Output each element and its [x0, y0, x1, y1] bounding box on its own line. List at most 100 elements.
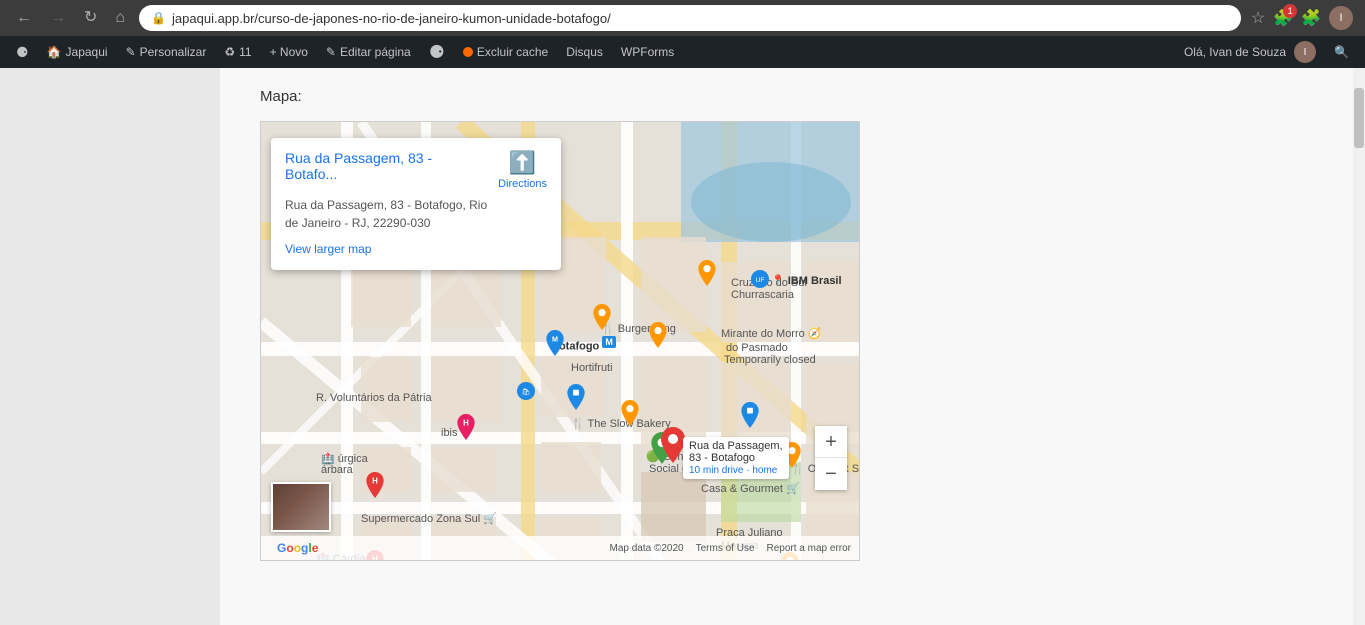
address-line1: Rua da Passagem, 83 - Botafogo, Rio: [285, 198, 487, 212]
wp-admin-bar: ⚈ 🏠 Japaqui ✎ Personalizar ♻ 11 + Novo ✎…: [0, 36, 1365, 68]
svg-text:🛍: 🛍: [522, 388, 531, 396]
place-mirante: Mirante do Morro 🧭: [721, 327, 822, 340]
back-button[interactable]: ←: [12, 6, 36, 30]
wp-icon2[interactable]: ⚈: [421, 36, 453, 68]
scrollbar-thumb[interactable]: [1354, 88, 1364, 148]
sidebar-left: [0, 68, 220, 625]
customize-label: Personalizar: [140, 45, 207, 59]
browser-chrome: ← → ↻ ⌂ 🔒 japaqui.app.br/curso-de-japone…: [0, 0, 1365, 36]
svg-text:H: H: [463, 419, 469, 428]
place-mirante-sub: do Pasmado: [726, 342, 788, 354]
home-button[interactable]: ⌂: [111, 6, 129, 30]
new-label: + Novo: [270, 45, 308, 59]
excluir-cache-label: Excluir cache: [477, 45, 548, 59]
url-text: japaqui.app.br/curso-de-japones-no-rio-d…: [172, 11, 611, 26]
place-casa-gourmet: Casa & Gourmet 🛒: [701, 482, 800, 495]
avatar[interactable]: I: [1329, 6, 1353, 30]
main-marker-text2: 83 - Botafogo: [689, 452, 755, 464]
page-content: Mapa:: [0, 68, 1365, 625]
directions-button[interactable]: ⬆️ Directions: [498, 150, 547, 190]
wp-edit-page[interactable]: ✎ Editar página: [318, 36, 419, 68]
popup-header: Rua da Passagem, 83 - Botafo... ⬆️ Direc…: [285, 150, 547, 190]
extensions-badge: 1: [1283, 4, 1297, 18]
main-content: Mapa:: [220, 68, 1365, 625]
lock-icon: 🔒: [151, 11, 166, 25]
main-marker: Rua da Passagem, 83 - Botafogo 10 min dr…: [661, 427, 685, 468]
wp-logo-item[interactable]: ⚈: [8, 36, 37, 68]
star-button[interactable]: ☆: [1251, 8, 1265, 28]
map-controls: + −: [815, 426, 847, 490]
place-hortifruti: Hortifruti: [571, 362, 613, 374]
orange-marker-1: [649, 322, 667, 353]
directions-icon: ⬆️: [509, 150, 536, 176]
forward-button[interactable]: →: [46, 6, 70, 30]
puzzle-button[interactable]: 🧩: [1301, 8, 1321, 28]
blue-icon-2: 🛍: [517, 382, 535, 405]
wp-updates[interactable]: ♻ 11: [216, 36, 259, 68]
updates-icon: ♻: [224, 45, 235, 59]
main-marker-label: Rua da Passagem, 83 - Botafogo 10 min dr…: [683, 437, 789, 479]
place-temp-closed: Temporarily closed: [724, 354, 816, 366]
map-data-label: Map data ©2020: [610, 543, 684, 554]
wp-excluir-cache[interactable]: Excluir cache: [455, 36, 556, 68]
blue-icon-1: UF: [751, 270, 769, 293]
directions-label: Directions: [498, 178, 547, 190]
google-logo: Google: [277, 541, 318, 555]
pink-marker-ibis: H: [457, 414, 475, 445]
browser-actions: ☆ 🧩 1 🧩 I: [1251, 6, 1353, 30]
wp-site-name[interactable]: 🏠 Japaqui: [39, 36, 116, 68]
wp-new[interactable]: + Novo: [262, 36, 316, 68]
address-line2: de Janeiro - RJ, 22290-030: [285, 216, 430, 230]
blue-marker-3: [567, 384, 585, 415]
wp-wpforms[interactable]: WPForms: [613, 36, 682, 68]
map-thumbnail: [271, 482, 331, 532]
view-larger-map-link[interactable]: View larger map: [285, 242, 371, 256]
place-voluntarios: R. Voluntários da Pátria: [316, 392, 432, 404]
place-ibm: 📍 IBM Brasil: [771, 274, 842, 287]
popup-address: Rua da Passagem, 83 - Botafogo, Rio de J…: [285, 196, 547, 232]
place-supermercado: Supermercado Zona Sul 🛒: [361, 512, 497, 525]
wp-greeting[interactable]: Olá, Ivan de Souza I: [1176, 36, 1324, 68]
zoom-out-button[interactable]: −: [815, 458, 847, 490]
blue-marker-1: M: [546, 330, 564, 361]
svg-text:H: H: [372, 477, 378, 486]
scrollbar-track[interactable]: [1353, 68, 1365, 625]
updates-label: 11: [239, 45, 251, 59]
section-label: Mapa:: [260, 88, 1325, 105]
wp-search[interactable]: 🔍: [1326, 36, 1357, 68]
main-marker-text1: Rua da Passagem,: [689, 440, 783, 452]
edit-icon: ✎: [326, 45, 336, 59]
orange-dot-icon: [463, 47, 473, 57]
main-marker-sublabel: 10 min drive · home: [689, 465, 777, 476]
edit-label: Editar página: [340, 45, 411, 59]
zoom-in-button[interactable]: +: [815, 426, 847, 458]
customize-icon: ✎: [126, 45, 136, 59]
orange-marker-5: [698, 260, 716, 291]
map-popup: Rua da Passagem, 83 - Botafo... ⬆️ Direc…: [271, 138, 561, 270]
greeting-text: Olá, Ivan de Souza: [1184, 45, 1286, 59]
main-marker-svg: [661, 427, 685, 463]
refresh-button[interactable]: ↻: [80, 6, 101, 30]
terms-link[interactable]: Terms of Use: [696, 543, 755, 554]
wpforms-label: WPForms: [621, 45, 674, 59]
map-container[interactable]: Rua da Passagem, 83 - Botafo... ⬆️ Direc…: [260, 121, 860, 561]
place-arbara: árbara: [321, 464, 353, 476]
orange-marker-3: [621, 400, 639, 431]
search-icon: 🔍: [1334, 45, 1349, 59]
wp-bar-right: Olá, Ivan de Souza I 🔍: [1176, 36, 1357, 68]
user-avatar: I: [1294, 41, 1316, 63]
svg-text:M: M: [552, 335, 558, 344]
map-footer: Google Map data ©2020 Terms of Use Repor…: [261, 536, 859, 560]
report-link[interactable]: Report a map error: [767, 543, 851, 554]
wordpress-icon: ⚈: [16, 44, 29, 61]
site-icon: 🏠: [47, 45, 62, 59]
red-h-marker-1: H: [366, 472, 384, 503]
site-name-label: Japaqui: [66, 45, 108, 59]
thumbnail-inner: [273, 484, 329, 530]
place-ibis: ibis: [441, 427, 458, 439]
orange-marker-2: [593, 304, 611, 335]
blue-marker-2: [741, 402, 759, 433]
wp-customize[interactable]: ✎ Personalizar: [118, 36, 215, 68]
address-bar[interactable]: 🔒 japaqui.app.br/curso-de-japones-no-rio…: [139, 5, 1241, 31]
wp-disqus[interactable]: Disqus: [558, 36, 611, 68]
